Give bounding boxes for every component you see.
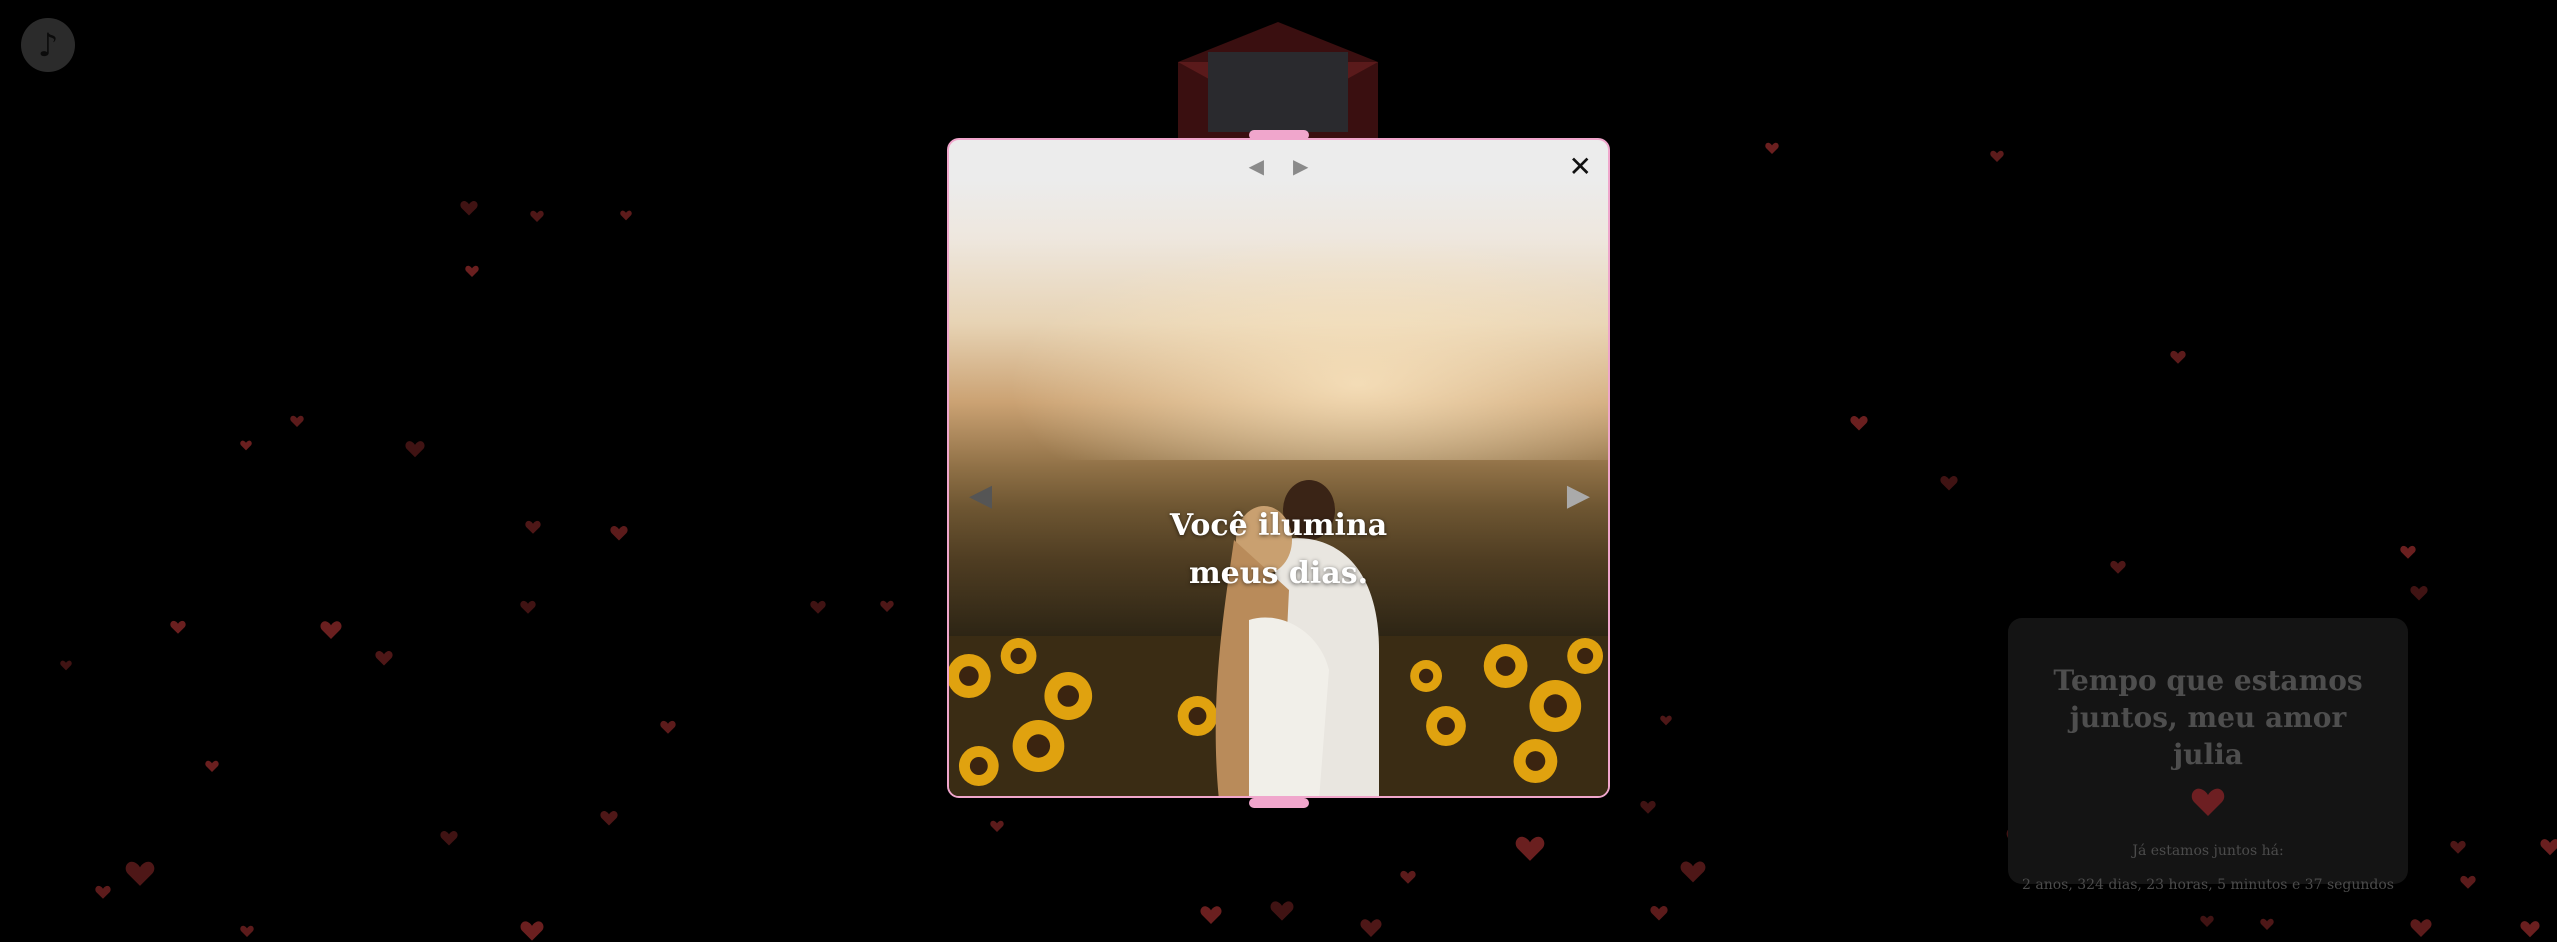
heart-icon — [620, 210, 632, 221]
heart-icon — [170, 620, 186, 634]
heart-icon — [320, 621, 342, 639]
sunflower — [1567, 638, 1604, 674]
heart-icon — [205, 760, 219, 773]
modal-bottom-tab — [1249, 798, 1309, 808]
heart-icon — [1765, 142, 1779, 155]
sunflower — [1426, 706, 1466, 746]
close-icon[interactable]: ✕ — [1569, 152, 1592, 182]
heart-icon — [2450, 840, 2466, 854]
sunflower — [1483, 644, 1528, 688]
heart-icon — [660, 720, 676, 734]
modal-top-nav: ◀ ▶ — [949, 154, 1608, 178]
heart-icon — [2540, 839, 2557, 856]
counter-since-label: Já estamos juntos há: — [2132, 843, 2284, 859]
sky-haze — [949, 210, 1608, 460]
heart-icon — [2191, 788, 2225, 816]
heart-icon — [2460, 875, 2476, 889]
sunflower — [1044, 672, 1093, 720]
counter-title: Tempo que estamos juntos, meu amor julia — [2053, 664, 2363, 771]
caption-line-1: Você ilumina — [1169, 508, 1388, 543]
top-next-button[interactable]: ▶ — [1293, 154, 1308, 178]
heart-icon — [2200, 915, 2214, 928]
heart-icon — [810, 600, 826, 614]
heart-icon — [1680, 861, 1706, 883]
heart-icon — [2400, 545, 2416, 559]
heart-icon — [2410, 586, 2428, 601]
heart-icon — [1360, 919, 1382, 937]
heart-icon — [1515, 836, 1545, 861]
heart-icon — [1650, 906, 1668, 921]
heart-icon — [1400, 870, 1416, 884]
heart-icon — [1660, 715, 1672, 726]
sunflower — [1513, 739, 1558, 783]
photo-modal: ◀ ▶ ✕ ◀ ▶ Você ilumina meus dias. — [947, 138, 1610, 798]
heart-icon — [610, 526, 628, 541]
heart-icon — [530, 210, 544, 223]
heart-icon — [240, 925, 254, 938]
heart-icon — [1640, 800, 1656, 814]
sunflower — [1000, 638, 1037, 674]
heart-icon — [375, 651, 393, 666]
sunflower — [958, 746, 999, 786]
heart-icon — [460, 201, 478, 216]
heart-icon — [465, 265, 479, 278]
heart-icon — [440, 831, 458, 846]
heart-icon — [2410, 919, 2432, 937]
heart-icon — [2520, 921, 2540, 938]
heart-icon — [240, 440, 252, 451]
heart-icon — [1940, 476, 1958, 491]
sunflower — [1012, 720, 1065, 772]
top-prev-button[interactable]: ◀ — [1249, 154, 1264, 178]
heart-icon — [520, 600, 536, 614]
heart-icon — [990, 820, 1004, 833]
heart-icon — [125, 861, 155, 886]
heart-icon — [405, 441, 425, 458]
heart-icon — [2110, 560, 2126, 574]
heart-icon — [600, 811, 618, 826]
photo-caption: Você ilumina meus dias. — [949, 502, 1608, 598]
heart-icon — [880, 600, 894, 613]
heart-icon — [290, 415, 304, 428]
heart-icon — [1270, 901, 1294, 921]
caption-line-2: meus dias. — [1188, 556, 1369, 591]
heart-icon — [2170, 350, 2186, 364]
heart-icon — [95, 885, 111, 899]
together-time-card: Tempo que estamos juntos, meu amor julia… — [2008, 618, 2408, 893]
sunflower — [1529, 680, 1582, 732]
heart-icon — [520, 921, 544, 941]
heart-icon — [1850, 416, 1868, 431]
heart-icon — [60, 660, 72, 671]
heart-icon — [1990, 150, 2004, 163]
heart-icon — [1200, 906, 1222, 924]
heart-icon — [525, 520, 541, 534]
sunflower — [949, 654, 991, 698]
heart-icon — [2260, 918, 2274, 931]
counter-elapsed-value: 2 anos, 324 dias, 23 horas, 5 minutos e … — [2022, 877, 2394, 893]
